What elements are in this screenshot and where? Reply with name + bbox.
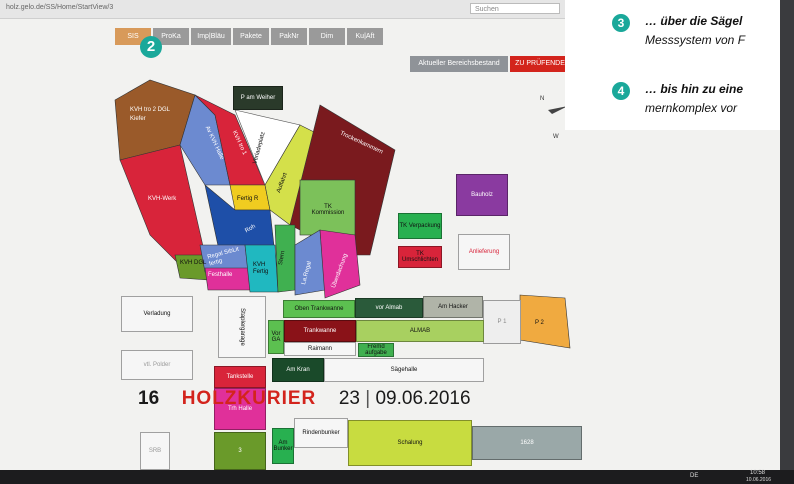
zone-vor-almab[interactable]: vor Almab	[355, 298, 423, 318]
zone-tk-verpackung[interactable]: TK Verpackung	[398, 213, 442, 239]
zone-almab[interactable]: ALMAB	[356, 320, 484, 342]
zone-staplergarage[interactable]: Staplergarage	[218, 296, 266, 358]
zone-verladung[interactable]: Verladung	[121, 296, 193, 332]
step-4-badge: 4	[612, 82, 630, 100]
label-kvh-fertig: KVH Fertig	[253, 262, 269, 275]
zone-bauholz[interactable]: Bauholz	[456, 174, 508, 216]
monitor-bezel	[780, 0, 794, 484]
label-tk-kommission: TK Kommission	[311, 204, 345, 216]
caption-brand: HOLZKURIER	[181, 388, 317, 409]
zone-fremd-aufgabe[interactable]: Fremd aufgabe	[358, 343, 394, 357]
taskbar-language[interactable]: DE	[690, 473, 698, 479]
zone-3[interactable]: 3	[214, 432, 266, 470]
caption-page: 16	[138, 388, 160, 409]
caption-issue: 23	[338, 388, 360, 409]
zone-schalung[interactable]: Schalung	[348, 420, 472, 466]
label-staplergarage: Staplergarage	[238, 308, 245, 346]
step-4-title: … bis hin zu eine	[645, 82, 744, 96]
zone-rindenbunker[interactable]: Rindenbunker	[294, 418, 348, 448]
step-3-title: … über die Sägel	[645, 14, 743, 28]
zone-oben-trankwanne[interactable]: Oben Trankwanne	[283, 300, 355, 318]
taskbar: DE 10:58 10.06.2016	[0, 470, 794, 484]
step-3-subtitle: Messsystem von F	[645, 33, 746, 47]
magazine-caption: 16 HOLZKURIER 23 | 09.06.2016	[138, 388, 471, 410]
zone-p1[interactable]: P 1	[483, 300, 521, 344]
zone-1628[interactable]: 1628	[472, 426, 582, 460]
zone-anlieferung[interactable]: Anlieferung	[458, 234, 510, 270]
zone-vor-ga[interactable]: Vor GA	[268, 320, 284, 354]
label-kvh-werk: KVH-Werk	[148, 196, 177, 202]
zone-trankwanne[interactable]: Trankwanne	[284, 320, 356, 342]
zone-srb[interactable]: SRB	[140, 432, 170, 470]
zone-raimann[interactable]: Raimann	[284, 342, 356, 356]
label-kvh-dgl: KVH DGL	[180, 260, 207, 266]
caption-separator: |	[365, 388, 371, 409]
label-kvh-tro: KVH tro 2 DGL Kiefer	[130, 107, 170, 122]
zone-p-am-weiher[interactable]: P am Weiher	[233, 86, 283, 110]
taskbar-time[interactable]: 10:58	[750, 470, 765, 476]
label-fertig-r: Fertig R	[237, 196, 259, 202]
zone-tk-umschlichten[interactable]: TK Umschlichten	[398, 246, 442, 268]
zone-p2[interactable]	[519, 294, 571, 349]
caption-date: 09.06.2016	[375, 388, 471, 409]
compass-w-label: W	[553, 134, 559, 140]
zone-am-kran[interactable]: Am Kran	[272, 358, 324, 382]
zone-tankstelle[interactable]: Tankstelle	[214, 366, 266, 388]
step-3-badge: 3	[612, 14, 630, 32]
taskbar-date[interactable]: 10.06.2016	[746, 477, 771, 483]
zone-vtl-polder[interactable]: vtl. Polder	[121, 350, 193, 380]
zone-am-bunker[interactable]: Am Bunker	[272, 428, 294, 464]
label-p2: P 2	[535, 320, 544, 326]
zone-saegehalle[interactable]: Sägehalle	[324, 358, 484, 382]
label-festhalle: Festhalle	[208, 272, 233, 278]
zone-am-hacker[interactable]: Am Hacker	[423, 296, 483, 318]
step-4-subtitle: mernkomplex vor	[645, 101, 738, 115]
